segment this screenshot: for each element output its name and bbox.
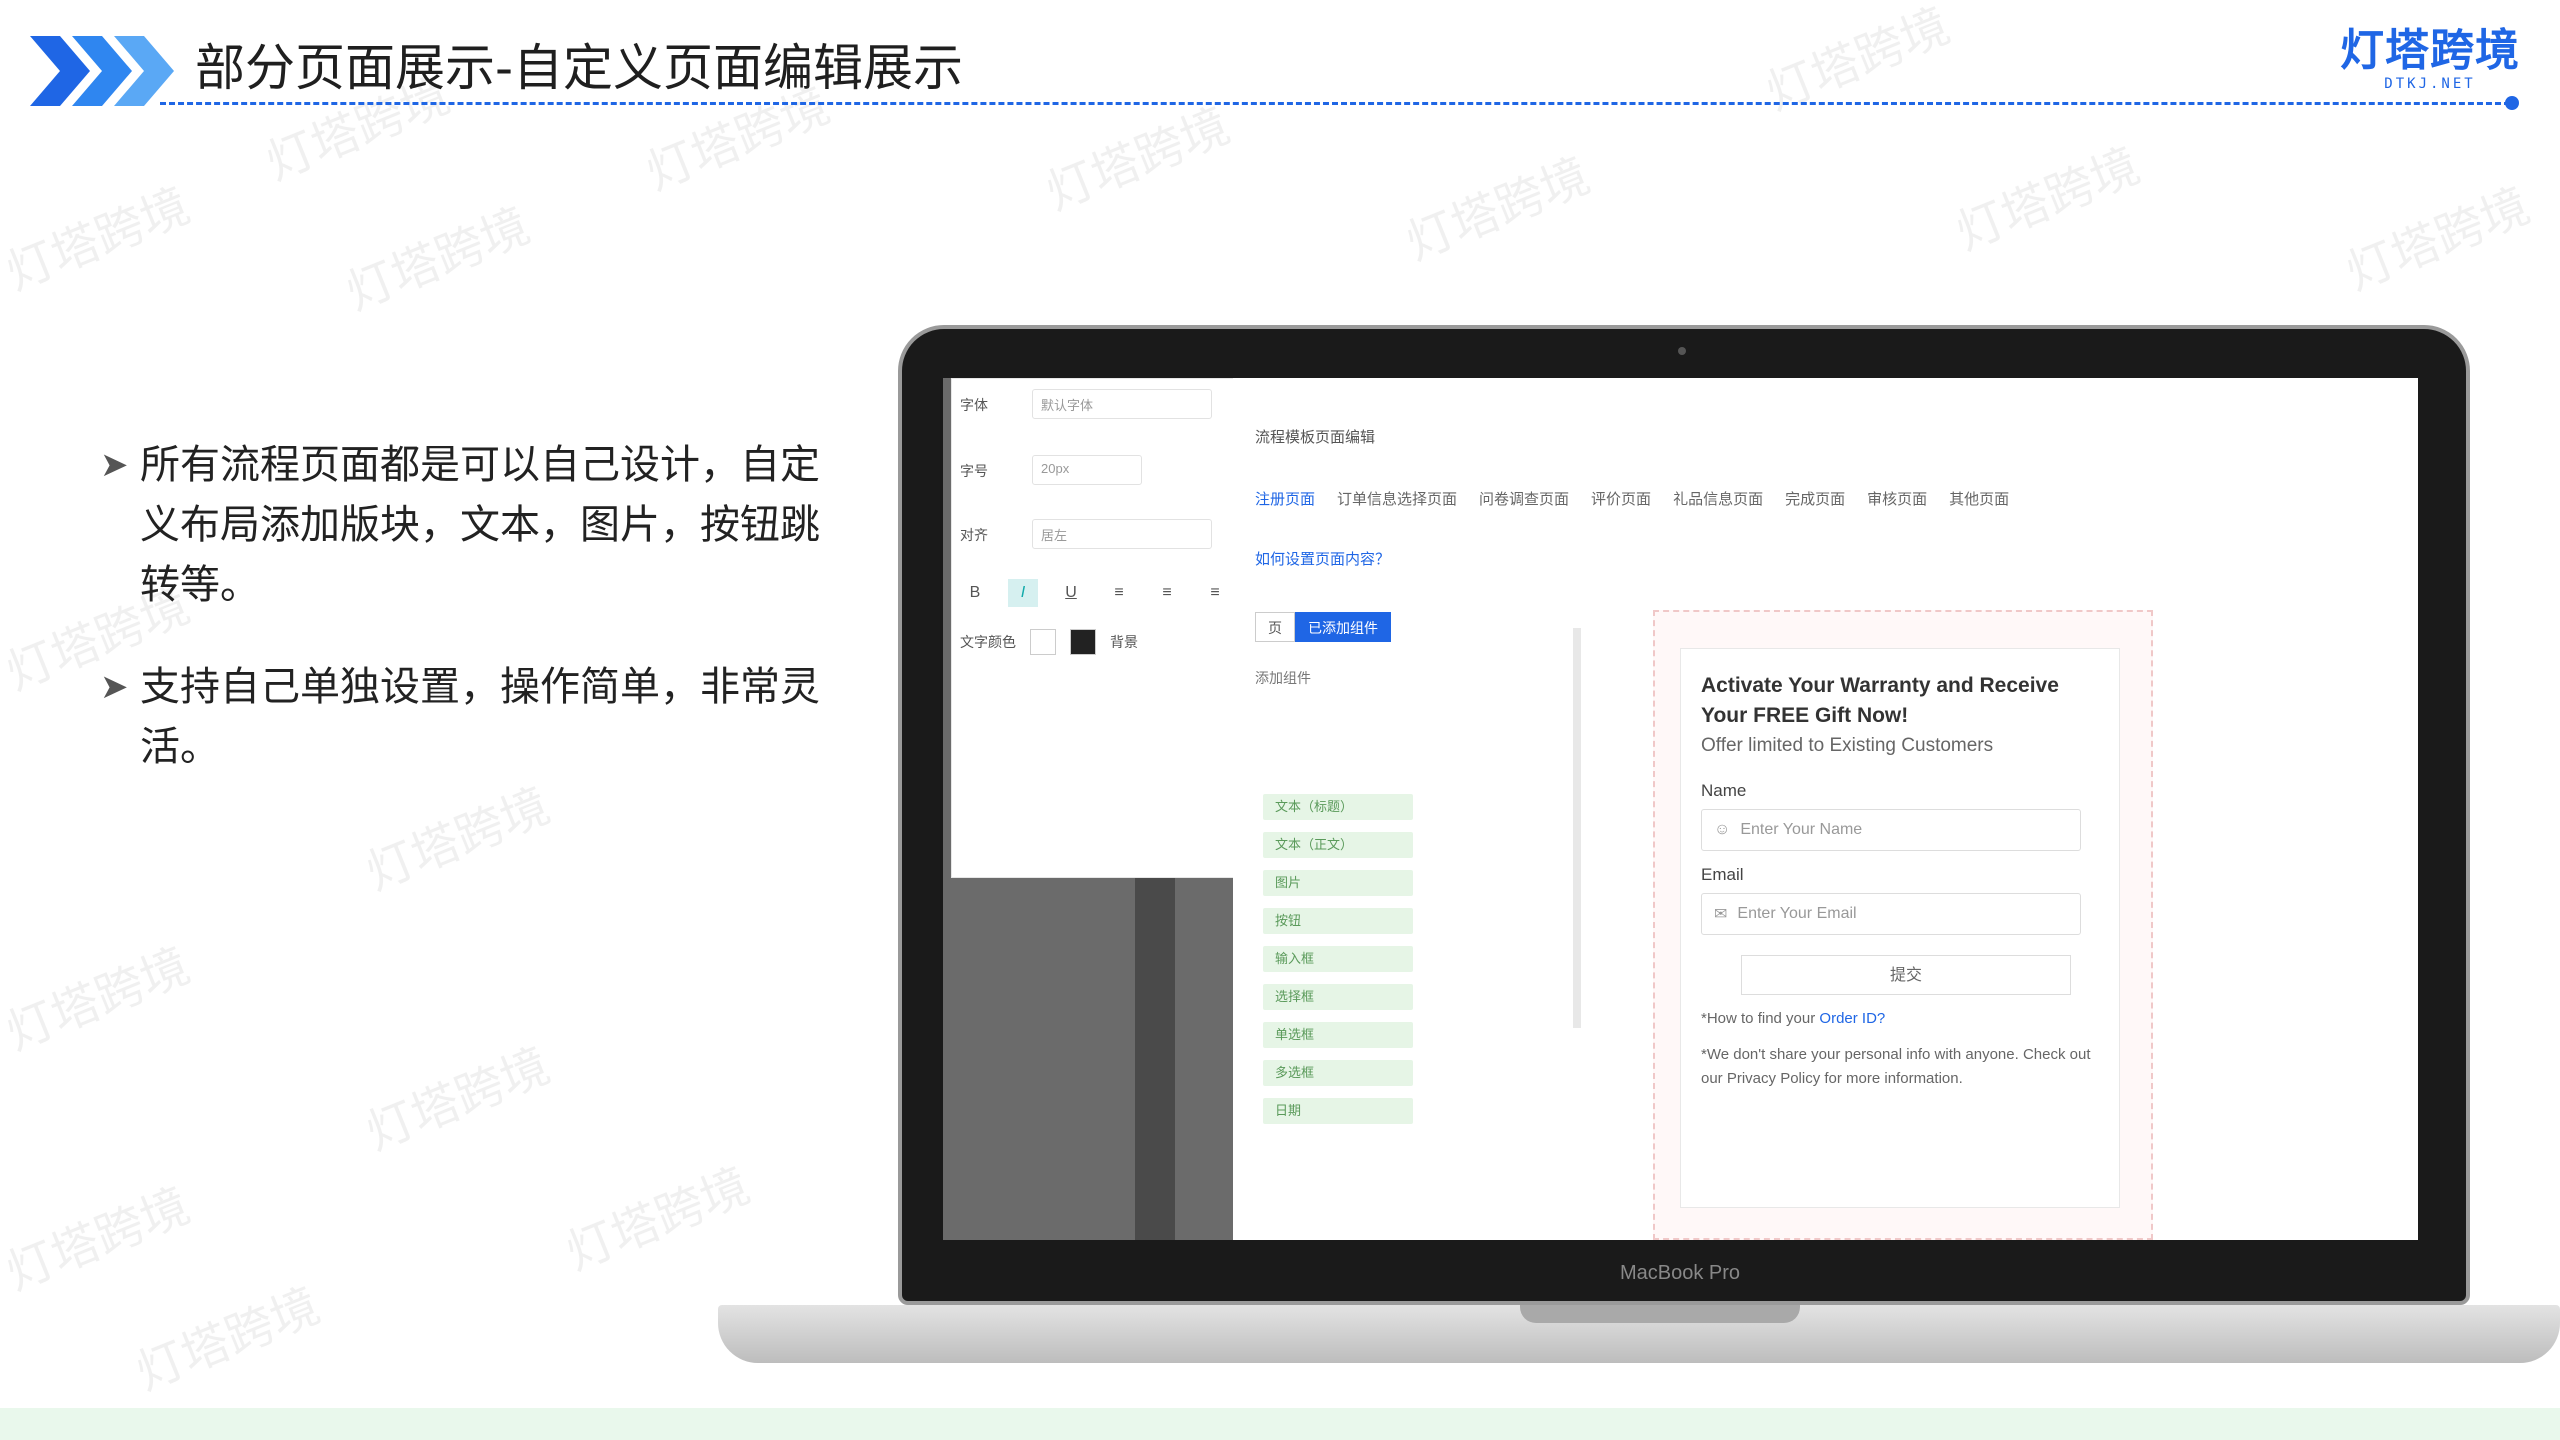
step-tabs: 注册页面 订单信息选择页面 问卷调查页面 评价页面 礼品信息页面 完成页面 审核…	[1255, 488, 2009, 509]
watermark: 灯塔跨境	[338, 197, 538, 322]
form-card: Activate Your Warranty and Receive Your …	[1680, 648, 2120, 1208]
email-label: Email	[1701, 865, 1744, 884]
component-item[interactable]: 图片	[1263, 870, 1413, 896]
watermark: 灯塔跨境	[358, 1037, 558, 1162]
components-label: 添加组件	[1255, 670, 1311, 686]
watermark: 灯塔跨境	[0, 937, 198, 1062]
privacy-note: *We don't share your personal info with …	[1701, 1046, 2091, 1087]
tab-page[interactable]: 页	[1255, 612, 1295, 642]
header-dot	[2505, 96, 2519, 110]
font-select[interactable]: 默认字体	[1032, 389, 1212, 419]
logo: 灯塔跨境 DTKJ.NET	[2330, 25, 2530, 93]
step-tab[interactable]: 订单信息选择页面	[1337, 488, 1457, 509]
font-label: 字体	[960, 397, 988, 413]
color-swatch-white[interactable]	[1030, 629, 1056, 655]
color-label: 文字颜色	[960, 634, 1016, 650]
name-label: Name	[1701, 781, 1747, 800]
watermark: 灯塔跨境	[1398, 147, 1598, 272]
watermark: 灯塔跨境	[0, 1177, 198, 1302]
align-center-icon[interactable]: ≡	[1152, 579, 1182, 607]
size-label: 字号	[960, 463, 988, 479]
component-item[interactable]: 日期	[1263, 1098, 1413, 1124]
bullet-text: 支持自己单独设置，操作简单，非常灵活。	[140, 664, 820, 770]
step-tab[interactable]: 问卷调查页面	[1479, 488, 1569, 509]
align-label: 对齐	[960, 527, 988, 543]
format-toolbar: B I U ≡ ≡ ≡	[960, 579, 1230, 607]
user-icon: ☺	[1714, 821, 1731, 838]
step-tab[interactable]: 礼品信息页面	[1673, 488, 1763, 509]
step-tab[interactable]: 注册页面	[1255, 488, 1315, 509]
step-tab[interactable]: 评价页面	[1591, 488, 1651, 509]
component-item[interactable]: 多选框	[1263, 1060, 1413, 1086]
scrollbar[interactable]	[1573, 628, 1581, 1028]
size-select[interactable]: 20px	[1032, 455, 1142, 485]
tab-added-components[interactable]: 已添加组件	[1295, 612, 1391, 642]
component-item[interactable]: 按钮	[1263, 908, 1413, 934]
bottom-strip	[0, 1408, 2560, 1440]
logo-text: 灯塔跨境	[2340, 25, 2520, 76]
bullet-list: ➤ 所有流程页面都是可以自己设计，自定义布局添加版块，文本，图片，按钮跳转等。 …	[100, 435, 830, 819]
submit-button[interactable]: 提交	[1741, 955, 2071, 995]
step-tab[interactable]: 审核页面	[1867, 488, 1927, 509]
bullet-item: ➤ 所有流程页面都是可以自己设计，自定义布局添加版块，文本，图片，按钮跳转等。	[100, 435, 830, 615]
header-divider	[160, 102, 2510, 105]
watermark: 灯塔跨境	[0, 177, 198, 302]
arrow-right-icon: ➤	[100, 668, 129, 706]
component-item[interactable]: 选择框	[1263, 984, 1413, 1010]
camera-icon	[1678, 347, 1686, 355]
email-input[interactable]: ✉ Enter Your Email	[1701, 893, 2081, 935]
color-swatch-black[interactable]	[1070, 629, 1096, 655]
laptop-screen: 字体 默认字体 字号 20px 对齐 居左 B I U ≡ ≡ ≡ 文字颜色 背…	[943, 378, 2418, 1240]
chevrons-icon	[30, 36, 174, 106]
logo-subtext: DTKJ.NET	[2384, 76, 2476, 92]
form-subtitle: Offer limited to Existing Customers	[1701, 735, 1994, 756]
laptop-notch	[1520, 1305, 1800, 1323]
email-placeholder: Enter Your Email	[1737, 905, 1857, 922]
step-tab[interactable]: 完成页面	[1785, 488, 1845, 509]
order-id-link[interactable]: Order ID?	[1819, 1010, 1885, 1027]
bullet-item: ➤ 支持自己单独设置，操作简单，非常灵活。	[100, 657, 830, 777]
bold-icon[interactable]: B	[960, 579, 990, 607]
breadcrumb: 流程模板页面编辑	[1255, 429, 1376, 446]
background-label: 背景	[1110, 634, 1138, 650]
align-select[interactable]: 居左	[1032, 519, 1212, 549]
component-item[interactable]: 文本（标题）	[1263, 794, 1413, 820]
component-item[interactable]: 单选框	[1263, 1022, 1413, 1048]
component-item[interactable]: 输入框	[1263, 946, 1413, 972]
mail-icon: ✉	[1714, 906, 1728, 923]
align-left-icon[interactable]: ≡	[1104, 579, 1134, 607]
watermark: 灯塔跨境	[128, 1277, 328, 1402]
bullet-text: 所有流程页面都是可以自己设计，自定义布局添加版块，文本，图片，按钮跳转等。	[140, 442, 820, 608]
main-area: 流程模板页面编辑 注册页面 订单信息选择页面 问卷调查页面 评价页面 礼品信息页…	[1233, 378, 2418, 1240]
watermark: 灯塔跨境	[1948, 137, 2148, 262]
watermark: 灯塔跨境	[2338, 177, 2538, 302]
note-prefix: *How to find your	[1701, 1010, 1816, 1027]
step-tab[interactable]: 其他页面	[1949, 488, 2009, 509]
align-right-icon[interactable]: ≡	[1200, 579, 1230, 607]
form-title: Activate Your Warranty and Receive Your …	[1701, 674, 2059, 727]
italic-icon[interactable]: I	[1008, 579, 1038, 607]
underline-icon[interactable]: U	[1056, 579, 1086, 607]
settings-panel: 字体 默认字体 字号 20px 对齐 居左 B I U ≡ ≡ ≡ 文字颜色 背…	[951, 378, 1241, 878]
component-item[interactable]: 文本（正文）	[1263, 832, 1413, 858]
name-input[interactable]: ☺ Enter Your Name	[1701, 809, 2081, 851]
panel-tabs: 页 已添加组件	[1255, 612, 1391, 642]
dark-strip	[1135, 878, 1175, 1240]
arrow-right-icon: ➤	[100, 446, 129, 484]
name-placeholder: Enter Your Name	[1740, 821, 1863, 838]
page-title: 部分页面展示-自定义页面编辑展示	[195, 39, 964, 97]
watermark: 灯塔跨境	[1038, 97, 1238, 222]
laptop-brand: MacBook Pro	[1619, 1262, 1741, 1284]
watermark: 灯塔跨境	[558, 1157, 758, 1282]
color-row: 文字颜色 背景	[960, 629, 1138, 655]
help-link[interactable]: 如何设置页面内容？	[1255, 548, 1390, 569]
order-id-note: *How to find your Order ID?	[1701, 1007, 2099, 1031]
